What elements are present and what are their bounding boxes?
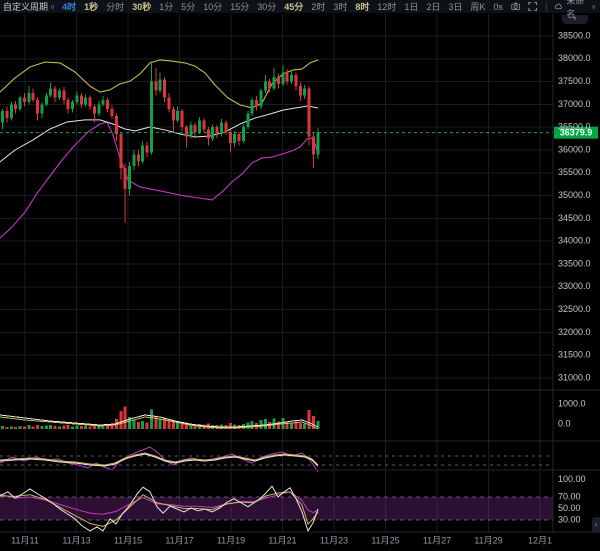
timeframe-2时[interactable]: 2时 xyxy=(311,0,325,14)
price-label: 34000.0 xyxy=(558,236,591,246)
price-label: 32500.0 xyxy=(558,304,591,314)
price-label: 33000.0 xyxy=(558,281,591,291)
timeframe-30分[interactable]: 30分 xyxy=(257,0,276,14)
panel-expand-tab[interactable]: › xyxy=(592,517,600,533)
timeframe-1秒[interactable]: 1秒 xyxy=(84,0,98,14)
custom-period-dropdown[interactable]: 自定义周期 xyxy=(3,0,48,14)
date-label: 11月21 xyxy=(268,535,296,545)
timeframe-45分[interactable]: 45分 xyxy=(284,0,303,14)
toolbar-divider xyxy=(546,2,547,11)
price-label: 31000.0 xyxy=(558,372,591,382)
timeframe-8时[interactable]: 8时 xyxy=(355,0,369,14)
timeframe-3日[interactable]: 3日 xyxy=(448,0,462,14)
price-label: 38500.0 xyxy=(558,30,591,40)
oscillator-label: 50.00 xyxy=(558,503,581,513)
timeframe-30秒[interactable]: 30秒 xyxy=(132,0,151,14)
price-label: 36500.0 xyxy=(558,122,591,132)
time-axis[interactable]: 11月11 11月13 11月15 11月17 11月19 11月21 11月23 11月25… xyxy=(11,535,552,545)
price-label: 31500.0 xyxy=(558,350,591,360)
date-label: 11月25 xyxy=(371,535,399,545)
price-label: 34500.0 xyxy=(558,213,591,223)
volume-label: 0.0 xyxy=(558,418,571,428)
timeframe-list: 1秒分时 30秒 1分 5分 10分 15分 30分 45分 2时 3时 8时 12时 1日 2日 3日周K xyxy=(84,0,493,14)
date-label: 11月11 xyxy=(11,535,39,545)
timeframe-bar: 自定义周期 ∨ 4时 1秒分时 30秒 1分 5分 10分 15分 30分 45分 2时 3时 8时… xyxy=(0,0,493,14)
date-label: 11月13 xyxy=(62,535,90,545)
date-label: 11月19 xyxy=(217,535,245,545)
chevron-down-icon: ∨ xyxy=(50,3,55,11)
timeframe-2日[interactable]: 2日 xyxy=(426,0,440,14)
timeframe-selected[interactable]: 4时 xyxy=(62,0,76,14)
volume-pane xyxy=(0,407,319,429)
oscillator-pane-wr xyxy=(0,447,553,472)
timeframe-5分[interactable]: 5分 xyxy=(181,0,195,14)
date-label: 12月1 xyxy=(528,535,552,545)
volume-label: 1000.0 xyxy=(558,398,586,408)
toolbar-right: 0s 未命名 ∨ 下单 xyxy=(493,0,600,14)
oscillator-label: 70.00 xyxy=(558,491,581,501)
chevron-down-icon: ∨ xyxy=(591,3,596,11)
timeframe-1分[interactable]: 1分 xyxy=(159,0,173,14)
timeframe-15分[interactable]: 15分 xyxy=(230,0,249,14)
price-label: 38000.0 xyxy=(558,53,591,63)
timeframe-12时[interactable]: 12时 xyxy=(377,0,396,14)
price-label: 37500.0 xyxy=(558,76,591,86)
workspace-menu[interactable]: 未命名 ∨ xyxy=(554,0,596,20)
date-label: 11月27 xyxy=(423,535,451,545)
date-label: 11月15 xyxy=(114,535,142,545)
price-label: 32000.0 xyxy=(558,327,591,337)
candlestick-chart[interactable]: 36379.9 38500.0 38000.0 37500.0 37000.0 36500… xyxy=(0,0,600,551)
oscillator-label: 30.00 xyxy=(558,514,581,524)
timeframe-周K[interactable]: 周K xyxy=(470,0,485,14)
last-price-line: 36379.9 xyxy=(0,127,598,139)
chart-toolbar: 自定义周期 ∨ 4时 1秒分时 30秒 1分 5分 10分 15分 30分 45分 2时 3时 8时… xyxy=(0,0,600,14)
date-label: 11月17 xyxy=(165,535,193,545)
grid-lines xyxy=(0,14,553,532)
price-label: 33500.0 xyxy=(558,258,591,268)
camera-icon[interactable] xyxy=(511,1,520,12)
fullscreen-icon[interactable] xyxy=(528,1,537,12)
timeframe-10分[interactable]: 10分 xyxy=(203,0,222,14)
price-label: 35500.0 xyxy=(558,167,591,177)
oscillator-label: 100.00 xyxy=(558,474,586,484)
price-label: 37000.0 xyxy=(558,99,591,109)
timeframe-分时[interactable]: 分时 xyxy=(106,0,124,14)
trading-chart-app: 自定义周期 ∨ 4时 1秒分时 30秒 1分 5分 10分 15分 30分 45分 2时 3时 8时… xyxy=(0,0,600,551)
cloud-icon xyxy=(554,1,563,12)
price-label: 35000.0 xyxy=(558,190,591,200)
price-axis[interactable]: 38500.0 38000.0 37500.0 37000.0 36500.0 36000… xyxy=(558,30,591,524)
candle-countdown: 0s xyxy=(493,2,503,12)
date-label: 11月23 xyxy=(320,535,348,545)
timeframe-3时[interactable]: 3时 xyxy=(333,0,347,14)
price-label: 36000.0 xyxy=(558,144,591,154)
date-label: 11月29 xyxy=(474,535,502,545)
workspace-name: 未命名 xyxy=(566,0,588,20)
timeframe-1日[interactable]: 1日 xyxy=(404,0,418,14)
oscillator-pane-kdj xyxy=(0,486,553,531)
kdj-overbought-band xyxy=(0,497,553,520)
